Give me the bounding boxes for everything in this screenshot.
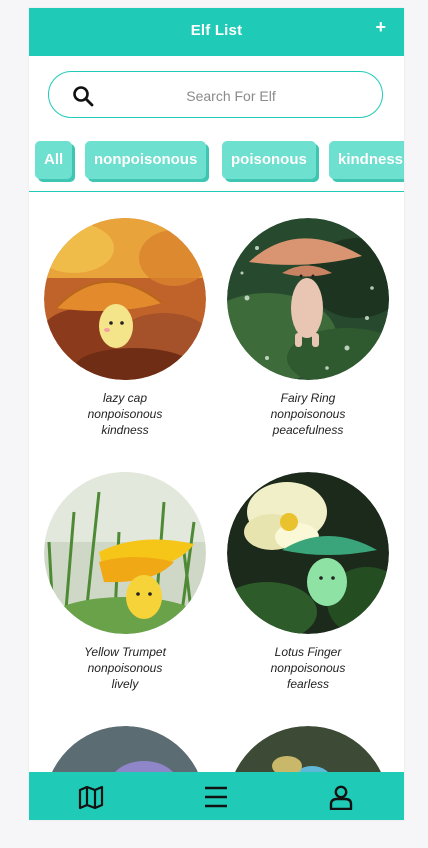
app-screen: Elf List + All nonpoisonous poisonous ki… bbox=[29, 8, 404, 820]
divider bbox=[29, 191, 404, 192]
elf-name: Lotus Finger bbox=[274, 645, 342, 659]
elf-name: Yellow Trumpet bbox=[84, 645, 166, 659]
search-input[interactable] bbox=[129, 82, 333, 110]
elf-type: nonpoisonous bbox=[270, 407, 346, 421]
menu-icon[interactable] bbox=[203, 784, 229, 810]
elf-info: Lotus Finger nonpoisonous fearless bbox=[227, 644, 389, 692]
page-title: Elf List bbox=[190, 22, 243, 39]
elf-trait: lively bbox=[111, 677, 139, 691]
elf-info: Fairy Ring nonpoisonous peacefulness bbox=[227, 390, 389, 438]
search-icon[interactable] bbox=[71, 84, 95, 108]
elf-card[interactable]: Lotus Finger nonpoisonous fearless bbox=[227, 472, 389, 692]
filter-poisonous[interactable]: poisonous bbox=[222, 141, 316, 179]
search-bar bbox=[48, 71, 383, 118]
elf-type: nonpoisonous bbox=[87, 661, 163, 675]
filter-nonpoisonous[interactable]: nonpoisonous bbox=[85, 141, 207, 179]
elf-trait: peacefulness bbox=[272, 423, 344, 437]
add-button[interactable]: + bbox=[375, 18, 386, 36]
filter-tabs: All nonpoisonous poisonous kindness bbox=[29, 141, 404, 187]
elf-type: nonpoisonous bbox=[270, 661, 346, 675]
elf-trait: fearless bbox=[286, 677, 330, 691]
filter-all[interactable]: All bbox=[35, 141, 73, 179]
map-icon[interactable] bbox=[78, 784, 104, 810]
profile-icon[interactable] bbox=[328, 784, 354, 810]
elf-info: Yellow Trumpet nonpoisonous lively bbox=[44, 644, 206, 692]
elf-image bbox=[227, 472, 389, 634]
elf-image bbox=[44, 218, 206, 380]
bottom-nav bbox=[29, 772, 404, 820]
elf-type: nonpoisonous bbox=[87, 407, 163, 421]
elf-card[interactable]: Fairy Ring nonpoisonous peacefulness bbox=[227, 218, 389, 438]
elf-image bbox=[44, 472, 206, 634]
filter-kindness[interactable]: kindness bbox=[329, 141, 404, 179]
app-header: Elf List + bbox=[29, 8, 404, 56]
elf-name: lazy cap bbox=[102, 391, 148, 405]
elf-info: lazy cap nonpoisonous kindness bbox=[44, 390, 206, 438]
elf-image bbox=[227, 218, 389, 380]
elf-trait: kindness bbox=[101, 423, 149, 437]
elf-name: Fairy Ring bbox=[280, 391, 336, 405]
elf-card[interactable]: Yellow Trumpet nonpoisonous lively bbox=[44, 472, 206, 692]
elf-card[interactable]: lazy cap nonpoisonous kindness bbox=[44, 218, 206, 438]
